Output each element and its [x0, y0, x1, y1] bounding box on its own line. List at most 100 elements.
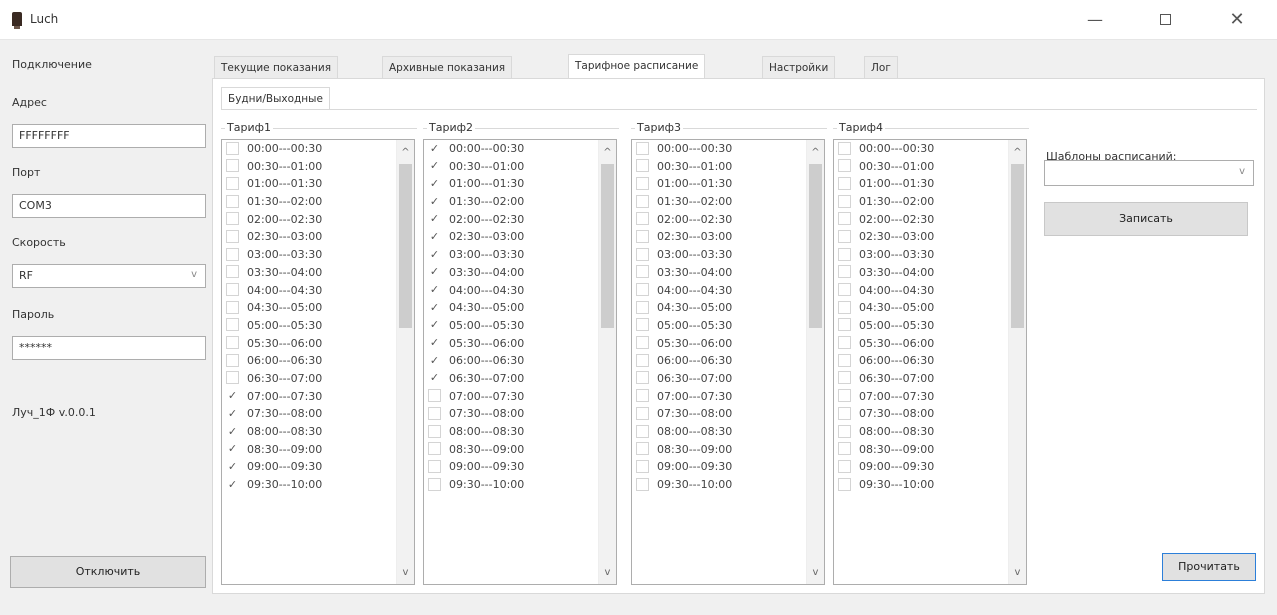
time-slot-row[interactable]: 09:30---10:00	[632, 476, 824, 494]
time-slot-row[interactable]: 08:00---08:30	[834, 423, 1026, 441]
time-slot-checkbox[interactable]	[636, 318, 649, 332]
time-slot-row[interactable]: 00:00---00:30	[222, 140, 414, 158]
scrollbar-thumb[interactable]	[809, 164, 822, 328]
time-slot-checkbox[interactable]	[636, 406, 649, 420]
time-slot-row[interactable]: 03:00---03:30	[834, 246, 1026, 264]
time-slot-checkbox[interactable]	[838, 318, 851, 332]
time-slot-checkbox[interactable]	[636, 371, 649, 385]
time-slot-row[interactable]: ✓ 00:00---00:30	[424, 140, 616, 158]
write-button[interactable]: Записать	[1044, 202, 1248, 236]
time-slot-checkbox[interactable]	[226, 300, 239, 314]
time-slot-row[interactable]: 09:00---09:30	[424, 458, 616, 476]
time-slot-checkbox[interactable]	[838, 159, 851, 173]
speed-select[interactable]: RF v	[12, 264, 206, 288]
minimize-button[interactable]: —	[1083, 10, 1107, 30]
time-slot-row[interactable]: 03:00---03:30	[632, 246, 824, 264]
time-slot-row[interactable]: ✓ 07:00---07:30	[222, 388, 414, 406]
time-slot-row[interactable]: 00:00---00:30	[632, 140, 824, 158]
time-slot-row[interactable]: 01:00---01:30	[222, 175, 414, 193]
maximize-button[interactable]	[1153, 10, 1177, 30]
time-slot-checkbox[interactable]: ✓	[428, 141, 441, 155]
time-slot-row[interactable]: 07:00---07:30	[834, 388, 1026, 406]
time-slot-row[interactable]: 02:00---02:30	[632, 211, 824, 229]
time-slot-checkbox[interactable]	[226, 194, 239, 208]
time-slot-checkbox[interactable]	[838, 141, 851, 155]
time-slot-row[interactable]: 07:00---07:30	[632, 388, 824, 406]
scrollbar-thumb[interactable]	[1011, 164, 1024, 328]
scroll-down-icon[interactable]: v	[1009, 564, 1026, 581]
time-slot-row[interactable]: 03:00---03:30	[222, 246, 414, 264]
time-slot-checkbox[interactable]	[636, 424, 649, 438]
time-slot-row[interactable]: 01:30---02:00	[632, 193, 824, 211]
tab-settings[interactable]: Настройки	[762, 56, 836, 78]
tab-current-readings[interactable]: Текущие показания	[214, 56, 339, 78]
time-slot-checkbox[interactable]	[838, 371, 851, 385]
time-slot-checkbox[interactable]	[838, 459, 851, 473]
time-slot-checkbox[interactable]	[838, 406, 851, 420]
time-slot-checkbox[interactable]	[838, 300, 851, 314]
time-slot-checkbox[interactable]	[636, 229, 649, 243]
time-slot-row[interactable]: 02:30---03:00	[222, 228, 414, 246]
time-slot-row[interactable]: 04:00---04:30	[632, 282, 824, 300]
port-field[interactable]: COM3	[12, 194, 206, 218]
tariff-4-list[interactable]: 00:00---00:30 00:30---01:00 01:00---01:30 0…	[833, 139, 1027, 585]
time-slot-checkbox[interactable]	[636, 389, 649, 403]
time-slot-row[interactable]: ✓ 02:00---02:30	[424, 211, 616, 229]
time-slot-row[interactable]: 06:00---06:30	[834, 352, 1026, 370]
time-slot-row[interactable]: ✓ 08:00---08:30	[222, 423, 414, 441]
time-slot-checkbox[interactable]	[226, 176, 239, 190]
time-slot-row[interactable]: 06:30---07:00	[632, 370, 824, 388]
time-slot-row[interactable]: ✓ 00:30---01:00	[424, 158, 616, 176]
time-slot-checkbox[interactable]: ✓	[226, 459, 239, 473]
time-slot-row[interactable]: ✓ 04:00---04:30	[424, 282, 616, 300]
time-slot-checkbox[interactable]	[636, 477, 649, 491]
time-slot-checkbox[interactable]	[226, 283, 239, 296]
list-scrollbar[interactable]: ^ v	[598, 140, 616, 584]
time-slot-row[interactable]: 06:00---06:30	[632, 352, 824, 370]
time-slot-checkbox[interactable]	[636, 176, 649, 190]
time-slot-checkbox[interactable]: ✓	[226, 424, 239, 438]
tab-tariff-schedule[interactable]: Тарифное расписание	[568, 54, 706, 78]
time-slot-checkbox[interactable]	[226, 265, 239, 279]
time-slot-row[interactable]: 04:30---05:00	[834, 299, 1026, 317]
time-slot-checkbox[interactable]	[428, 459, 441, 473]
tariff-2-list[interactable]: ✓ 00:00---00:30 ✓ 00:30---01:00 ✓ 01:00---01:…	[423, 139, 617, 585]
time-slot-row[interactable]: 05:30---06:00	[834, 335, 1026, 353]
scroll-down-icon[interactable]: v	[807, 564, 824, 581]
time-slot-checkbox[interactable]: ✓	[428, 265, 441, 279]
time-slot-checkbox[interactable]	[636, 442, 649, 456]
time-slot-checkbox[interactable]: ✓	[428, 159, 441, 173]
time-slot-checkbox[interactable]	[226, 336, 239, 350]
time-slot-row[interactable]: 04:00---04:30	[222, 282, 414, 300]
disconnect-button[interactable]: Отключить	[10, 556, 206, 588]
time-slot-row[interactable]: 08:30---09:00	[834, 441, 1026, 459]
time-slot-checkbox[interactable]: ✓	[428, 353, 441, 367]
time-slot-row[interactable]: 01:30---02:00	[222, 193, 414, 211]
time-slot-checkbox[interactable]	[838, 353, 851, 367]
time-slot-row[interactable]: 05:30---06:00	[632, 335, 824, 353]
time-slot-row[interactable]: ✓ 04:30---05:00	[424, 299, 616, 317]
time-slot-checkbox[interactable]	[838, 424, 851, 438]
time-slot-checkbox[interactable]: ✓	[428, 212, 441, 226]
time-slot-row[interactable]: ✓ 03:30---04:00	[424, 264, 616, 282]
time-slot-checkbox[interactable]: ✓	[428, 194, 441, 208]
scroll-down-icon[interactable]: v	[397, 564, 414, 581]
time-slot-checkbox[interactable]: ✓	[226, 442, 239, 456]
list-scrollbar[interactable]: ^ v	[396, 140, 414, 584]
time-slot-row[interactable]: ✓ 07:30---08:00	[222, 405, 414, 423]
time-slot-row[interactable]: ✓ 05:00---05:30	[424, 317, 616, 335]
time-slot-row[interactable]: 05:00---05:30	[222, 317, 414, 335]
time-slot-checkbox[interactable]	[636, 141, 649, 155]
time-slot-checkbox[interactable]	[428, 477, 441, 491]
time-slot-checkbox[interactable]	[428, 442, 441, 456]
tab-log[interactable]: Лог	[864, 56, 898, 78]
scrollbar-thumb[interactable]	[601, 164, 614, 328]
tariff-1-list[interactable]: 00:00---00:30 00:30---01:00 01:00---01:30 0…	[221, 139, 415, 585]
time-slot-row[interactable]: 06:30---07:00	[222, 370, 414, 388]
time-slot-row[interactable]: 03:30---04:00	[632, 264, 824, 282]
time-slot-row[interactable]: 05:00---05:30	[632, 317, 824, 335]
time-slot-row[interactable]: 03:30---04:00	[222, 264, 414, 282]
time-slot-row[interactable]: 08:00---08:30	[424, 423, 616, 441]
time-slot-row[interactable]: 00:30---01:00	[632, 158, 824, 176]
time-slot-row[interactable]: 00:30---01:00	[222, 158, 414, 176]
